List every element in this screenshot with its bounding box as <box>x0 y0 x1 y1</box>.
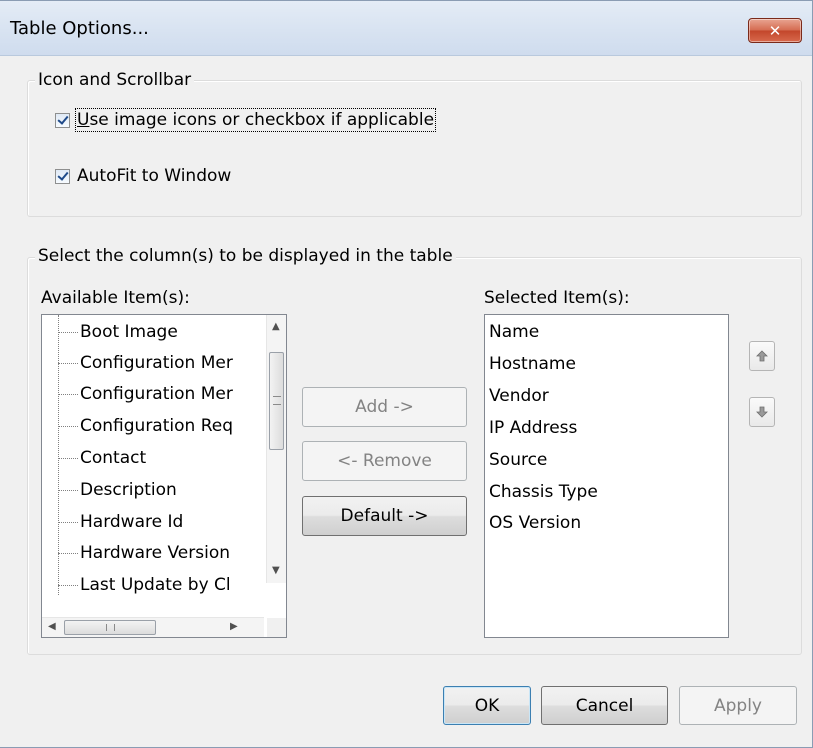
remove-button[interactable]: <- Remove <box>302 441 467 481</box>
list-item[interactable]: Contact <box>57 443 146 474</box>
cancel-button[interactable]: Cancel <box>541 686 668 725</box>
list-item[interactable]: Description <box>58 475 177 506</box>
list-item[interactable]: OS Version <box>489 508 581 539</box>
list-item[interactable]: Boot Image <box>58 317 178 348</box>
selected-items-label: Selected Item(s): <box>484 288 630 308</box>
move-up-button[interactable] <box>749 341 775 371</box>
scroll-right-arrow-icon[interactable]: ▶ <box>230 621 238 632</box>
list-item[interactable]: Configuration Req <box>58 411 233 442</box>
close-icon: ✕ <box>768 21 782 40</box>
list-item[interactable]: Vendor <box>489 381 549 412</box>
horizontal-scroll-thumb[interactable] <box>64 620 156 635</box>
use-image-icons-option[interactable]: Use image icons or checkbox if applicabl… <box>55 108 437 132</box>
use-image-icons-checkbox[interactable] <box>55 112 70 128</box>
available-items-label: Available Item(s): <box>41 288 190 308</box>
columns-group-title: Select the column(s) to be displayed in … <box>35 246 456 266</box>
close-button[interactable]: ✕ <box>748 18 802 43</box>
list-item[interactable]: Last Update by Cl <box>58 570 231 601</box>
list-item[interactable]: Name <box>489 317 539 348</box>
list-item[interactable]: IP Address <box>489 413 577 444</box>
add-button[interactable]: Add -> <box>302 387 467 427</box>
list-item[interactable]: Configuration Mer <box>58 379 233 410</box>
horizontal-scrollbar[interactable]: ◀ ▶ <box>42 617 264 637</box>
selected-items-list[interactable]: Name Hostname Vendor IP Address Source C… <box>484 314 729 638</box>
list-item[interactable]: Hostname <box>489 349 576 380</box>
grip-icon <box>273 396 281 405</box>
window-title: Table Options... <box>10 18 149 39</box>
scrollbar-corner <box>267 618 286 637</box>
list-item[interactable]: Hardware Version <box>58 538 230 569</box>
scroll-left-arrow-icon[interactable]: ◀ <box>48 621 56 632</box>
autofit-checkbox[interactable] <box>55 168 70 184</box>
apply-button[interactable]: Apply <box>679 686 797 725</box>
table-options-dialog: Table Options... ✕ Icon and Scrollbar Us… <box>0 0 813 748</box>
grip-icon <box>106 624 115 631</box>
list-item[interactable]: Hardware Id <box>57 507 183 538</box>
vertical-scroll-thumb[interactable] <box>269 352 284 450</box>
arrow-down-icon <box>756 406 768 418</box>
arrow-up-icon <box>756 350 768 362</box>
scroll-up-arrow-icon[interactable]: ▲ <box>272 321 280 332</box>
scroll-down-arrow-icon[interactable]: ▼ <box>272 565 280 576</box>
title-bar[interactable]: Table Options... ✕ <box>0 1 812 56</box>
use-image-icons-label[interactable]: Use image icons or checkbox if applicabl… <box>74 108 437 132</box>
list-item[interactable]: Source <box>489 445 547 476</box>
autofit-option[interactable]: AutoFit to Window <box>55 166 231 186</box>
autofit-label[interactable]: AutoFit to Window <box>77 166 231 186</box>
icon-scrollbar-group <box>27 80 802 217</box>
icon-scrollbar-group-title: Icon and Scrollbar <box>35 70 195 90</box>
move-down-button[interactable] <box>749 397 775 427</box>
available-items-list[interactable]: Boot Image Configuration Mer Configurati… <box>41 314 287 638</box>
default-button[interactable]: Default -> <box>302 496 467 536</box>
list-item[interactable]: Configuration Mer <box>58 348 233 379</box>
list-item[interactable]: Chassis Type <box>489 477 598 508</box>
vertical-scrollbar[interactable]: ▲ ▼ <box>266 315 286 583</box>
ok-button[interactable]: OK <box>443 686 531 725</box>
